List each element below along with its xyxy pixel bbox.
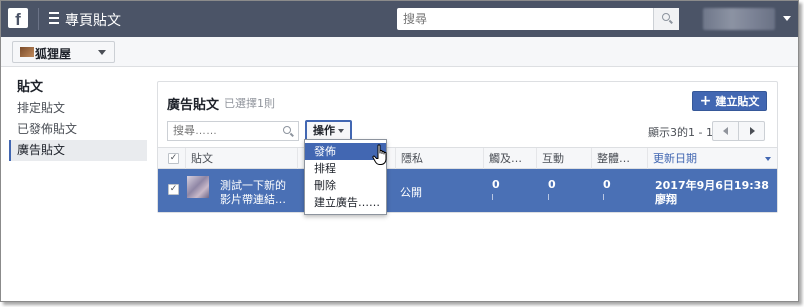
- search-icon: [662, 13, 670, 21]
- top-bar: f 專頁貼文: [1, 1, 798, 37]
- chevron-down-icon: [98, 50, 106, 55]
- select-all-cell: ✓: [158, 148, 185, 169]
- column-updated-date-label: 更新日期: [653, 152, 697, 165]
- sidebar-item-scheduled[interactable]: 排定貼文: [9, 98, 147, 119]
- menu-icon[interactable]: [49, 12, 59, 24]
- filter-search-input[interactable]: [168, 122, 278, 140]
- next-page-button[interactable]: [738, 121, 765, 141]
- create-post-label: 建立貼文: [715, 95, 760, 108]
- menu-item-create-ad[interactable]: 建立廣告……: [305, 194, 386, 211]
- panel-title: 廣告貼文: [167, 98, 220, 113]
- sidebar: 貼文 排定貼文 已發佈貼文 廣告貼文: [9, 78, 147, 161]
- page-thumbnail: [20, 47, 34, 57]
- post-thumbnail: [187, 176, 209, 198]
- select-all-checkbox[interactable]: ✓: [168, 153, 179, 164]
- selection-count: 已選擇1則: [224, 97, 275, 110]
- search-icon[interactable]: [283, 126, 291, 134]
- column-updated-date[interactable]: 更新日期: [647, 148, 777, 169]
- top-search: [397, 8, 679, 30]
- column-reach[interactable]: 觸及…: [483, 148, 536, 169]
- sidebar-item-ad-posts[interactable]: 廣告貼文: [9, 140, 147, 161]
- pagination-text: 顯示3的1 - 1: [648, 126, 713, 139]
- chevron-right-icon: [750, 127, 755, 135]
- account-menu-chevron-icon[interactable]: [783, 16, 791, 21]
- menu-item-delete[interactable]: 刪除: [305, 177, 386, 194]
- sidebar-heading: 貼文: [17, 80, 44, 95]
- chevron-left-icon: [723, 127, 728, 135]
- filter-search: [167, 121, 299, 141]
- actions-label: 操作: [313, 124, 335, 137]
- search-button[interactable]: [653, 8, 679, 30]
- overall-sparkline: [603, 194, 604, 200]
- author-name[interactable]: 廖翔: [655, 191, 677, 207]
- column-post[interactable]: 貼文: [185, 148, 297, 169]
- table-header: ✓ 貼文 隱私 觸及… 互動 整體… 更新日期: [158, 147, 777, 169]
- column-overall[interactable]: 整體…: [591, 148, 647, 169]
- engagement-value: 0: [548, 178, 556, 191]
- sort-descending-icon: [765, 157, 771, 161]
- search-input[interactable]: [397, 8, 651, 30]
- engagement-sparkline: [548, 194, 549, 200]
- privacy-value: 公開: [400, 186, 422, 199]
- sidebar-item-published[interactable]: 已發佈貼文: [9, 119, 147, 140]
- page-title: 專頁貼文: [65, 13, 121, 29]
- caret-down-icon: [338, 129, 344, 133]
- plus-icon: +: [699, 93, 712, 109]
- facebook-logo-icon[interactable]: f: [8, 8, 28, 28]
- column-privacy[interactable]: 隱私: [395, 148, 483, 169]
- reach-value: 0: [492, 178, 500, 191]
- posts-panel: 廣告貼文 已選擇1則 +建立貼文 操作 顯示3的1 - 1 ✓ 貼文 隱私 觸及…: [157, 81, 778, 213]
- page-selector[interactable]: 狐狸屋: [12, 41, 115, 63]
- create-post-button[interactable]: + 建立貼文: [692, 91, 767, 111]
- table-row[interactable]: ✓ 測試一下新的 影片帶連結… 公開 0 0 0 2017年9月6日19:38 …: [158, 169, 777, 212]
- page-selector-label: 狐狸屋: [35, 47, 72, 61]
- app-window: f 專頁貼文 狐狸屋 貼文 排定貼文 已發佈貼文 廣告貼文 廣告貼文 已選擇1則: [0, 0, 799, 302]
- row-checkbox[interactable]: ✓: [168, 184, 179, 195]
- column-engagement[interactable]: 互動: [536, 148, 591, 169]
- overall-value: 0: [603, 178, 611, 191]
- divider: [38, 8, 39, 30]
- reach-sparkline: [492, 194, 493, 200]
- previous-page-button[interactable]: [712, 121, 739, 141]
- post-title-line2[interactable]: 影片帶連結…: [220, 191, 286, 207]
- page-selector-bar: 狐狸屋: [1, 37, 798, 67]
- profile-area[interactable]: [703, 8, 775, 30]
- hand-cursor-icon: [372, 144, 387, 165]
